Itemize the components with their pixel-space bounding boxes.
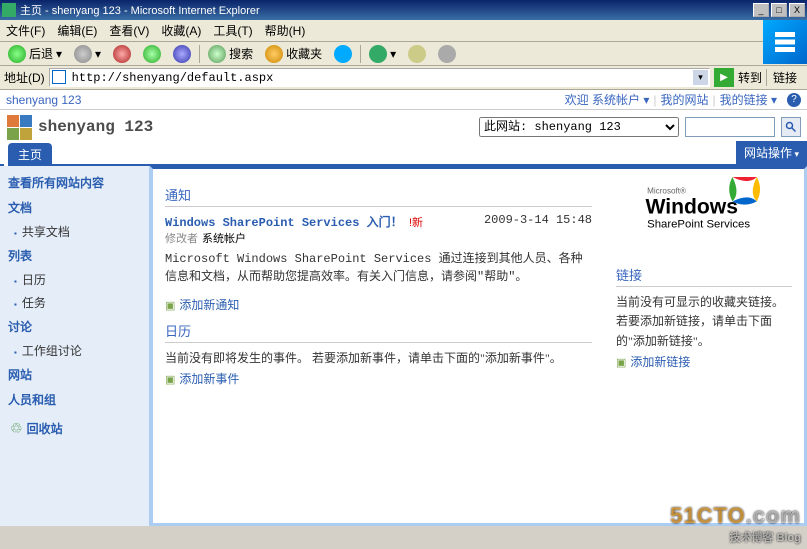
ql-header-lists[interactable]: 列表	[0, 243, 149, 268]
refresh-button[interactable]	[139, 43, 165, 65]
go-label: 转到	[738, 69, 762, 86]
home-icon	[173, 45, 191, 63]
maximize-button[interactable]: □	[771, 3, 787, 17]
back-button[interactable]: 后退 ▾	[4, 43, 66, 65]
tab-home[interactable]: 主页	[8, 143, 52, 166]
add-event-link[interactable]: 添加新事件	[165, 370, 239, 387]
calendar-webpart-title: 日历	[165, 321, 592, 343]
view-all-content-link[interactable]: 查看所有网站内容	[0, 170, 149, 195]
toolbar-separator	[360, 45, 361, 63]
right-zone: Microsoft® Windows SharePoint Services 链…	[604, 169, 804, 523]
menu-favorites[interactable]: 收藏(A)	[155, 19, 207, 42]
quick-launch: 查看所有网站内容 文档 共享文档 列表 日历 任务 讨论 工作组讨论 网站 人员…	[0, 166, 150, 526]
history-icon	[369, 45, 387, 63]
refresh-icon	[143, 45, 161, 63]
mail-icon	[408, 45, 426, 63]
modified-by-label: 修改者	[165, 230, 198, 246]
ql-header-documents[interactable]: 文档	[0, 195, 149, 220]
sharepoint-body: 查看所有网站内容 文档 共享文档 列表 日历 任务 讨论 工作组讨论 网站 人员…	[0, 166, 807, 526]
ql-item-tasks[interactable]: 任务	[0, 291, 149, 314]
breadcrumb[interactable]: shenyang 123	[6, 93, 561, 107]
ql-item-team-discussion[interactable]: 工作组讨论	[0, 339, 149, 362]
address-input[interactable]	[49, 68, 710, 87]
magnifier-icon	[785, 121, 797, 133]
svg-text:Microsoft®: Microsoft®	[647, 186, 686, 195]
sharepoint-header: shenyang 123 此网站: shenyang 123	[0, 110, 807, 144]
menu-file[interactable]: 文件(F)	[0, 19, 51, 42]
watermark: 51CTO.com 技术博客 Blog	[670, 503, 801, 545]
media-icon	[334, 45, 352, 63]
main-content: 通知 2009-3-14 15:48 Windows SharePoint Se…	[150, 166, 807, 526]
menu-tools[interactable]: 工具(T)	[207, 19, 258, 42]
window-title: 主页 - shenyang 123 - Microsoft Internet E…	[20, 2, 751, 18]
ql-item-shared-documents[interactable]: 共享文档	[0, 220, 149, 243]
ql-header-people[interactable]: 人员和组	[0, 387, 149, 412]
forward-button[interactable]: ▾	[70, 43, 105, 65]
modified-by-user: 系统帐户	[202, 230, 246, 246]
menu-view[interactable]: 查看(V)	[103, 19, 155, 42]
menu-bar: 文件(F) 编辑(E) 查看(V) 收藏(A) 工具(T) 帮助(H)	[0, 20, 807, 42]
wss-logo: Microsoft® Windows SharePoint Services	[616, 177, 792, 253]
minimize-button[interactable]: _	[753, 3, 769, 17]
window-titlebar: 主页 - shenyang 123 - Microsoft Internet E…	[0, 0, 807, 20]
links-webpart-title: 链接	[616, 265, 792, 287]
search-scope-select[interactable]: 此网站: shenyang 123	[479, 117, 679, 137]
search-go-button[interactable]	[781, 117, 801, 137]
stop-icon	[113, 45, 131, 63]
back-icon	[8, 45, 26, 63]
star-icon	[265, 45, 283, 63]
site-logo-icon	[6, 114, 32, 140]
my-links-link[interactable]: 我的链接 ▾	[716, 91, 781, 108]
add-announcement-link[interactable]: 添加新通知	[165, 296, 239, 313]
site-actions-menu[interactable]: 网站操作	[736, 141, 807, 166]
ql-item-calendar[interactable]: 日历	[0, 268, 149, 291]
toolbar: 后退 ▾ ▾ 搜索 收藏夹 ▾	[0, 42, 807, 66]
ie-logo-icon	[763, 20, 807, 64]
sharepoint-topbar: shenyang 123 欢迎 系统帐户 ▾ | 我的网站 | 我的链接 ▾ ?	[0, 90, 807, 110]
search-icon	[208, 45, 226, 63]
page-icon	[52, 70, 66, 84]
menu-edit[interactable]: 编辑(E)	[51, 19, 103, 42]
svg-text:SharePoint Services: SharePoint Services	[647, 218, 750, 230]
toolbar-separator	[199, 45, 200, 63]
address-label: 地址(D)	[4, 69, 45, 86]
search-button[interactable]: 搜索	[204, 43, 257, 65]
home-button[interactable]	[169, 43, 195, 65]
favorites-button[interactable]: 收藏夹	[261, 43, 326, 65]
address-bar: 地址(D) ▾ ▶ 转到 链接	[0, 66, 807, 90]
forward-icon	[74, 45, 92, 63]
announcements-webpart-title: 通知	[165, 185, 592, 207]
media-button[interactable]	[330, 43, 356, 65]
tab-strip: 主页 网站操作	[0, 144, 807, 166]
mail-button[interactable]	[404, 43, 430, 65]
announcement-title-link[interactable]: Windows SharePoint Services 入门！	[165, 216, 403, 230]
calendar-empty-text: 当前没有即将发生的事件。 若要添加新事件，请单击下面的"添加新事件"。	[165, 349, 592, 368]
left-zone: 通知 2009-3-14 15:48 Windows SharePoint Se…	[153, 169, 604, 523]
print-button[interactable]	[434, 43, 460, 65]
new-badge: !新	[409, 217, 423, 229]
address-dropdown[interactable]: ▾	[693, 70, 708, 85]
history-button[interactable]: ▾	[365, 43, 400, 65]
ql-header-sites[interactable]: 网站	[0, 362, 149, 387]
my-site-link[interactable]: 我的网站	[656, 91, 712, 108]
add-link-link[interactable]: 添加新链接	[616, 353, 690, 370]
welcome-user-link[interactable]: 欢迎 系统帐户 ▾	[561, 91, 654, 108]
announcement-body: Microsoft Windows SharePoint Services 通过…	[165, 250, 592, 286]
print-icon	[438, 45, 456, 63]
recycle-bin-link[interactable]: 回收站	[0, 412, 149, 441]
search-input[interactable]	[685, 117, 775, 137]
ql-header-discussions[interactable]: 讨论	[0, 314, 149, 339]
go-button[interactable]: ▶	[714, 68, 734, 87]
stop-button[interactable]	[109, 43, 135, 65]
help-icon[interactable]: ?	[787, 93, 801, 107]
announcement-date: 2009-3-14 15:48	[484, 213, 592, 227]
app-icon	[2, 3, 16, 17]
links-toolbar-label[interactable]: 链接	[766, 69, 803, 86]
links-empty-text: 当前没有可显示的收藏夹链接。 若要添加新链接，请单击下面的"添加新链接"。	[616, 293, 792, 351]
svg-text:Windows: Windows	[646, 196, 738, 219]
menu-help[interactable]: 帮助(H)	[259, 19, 312, 42]
close-button[interactable]: X	[789, 3, 805, 17]
site-title: shenyang 123	[38, 118, 153, 136]
